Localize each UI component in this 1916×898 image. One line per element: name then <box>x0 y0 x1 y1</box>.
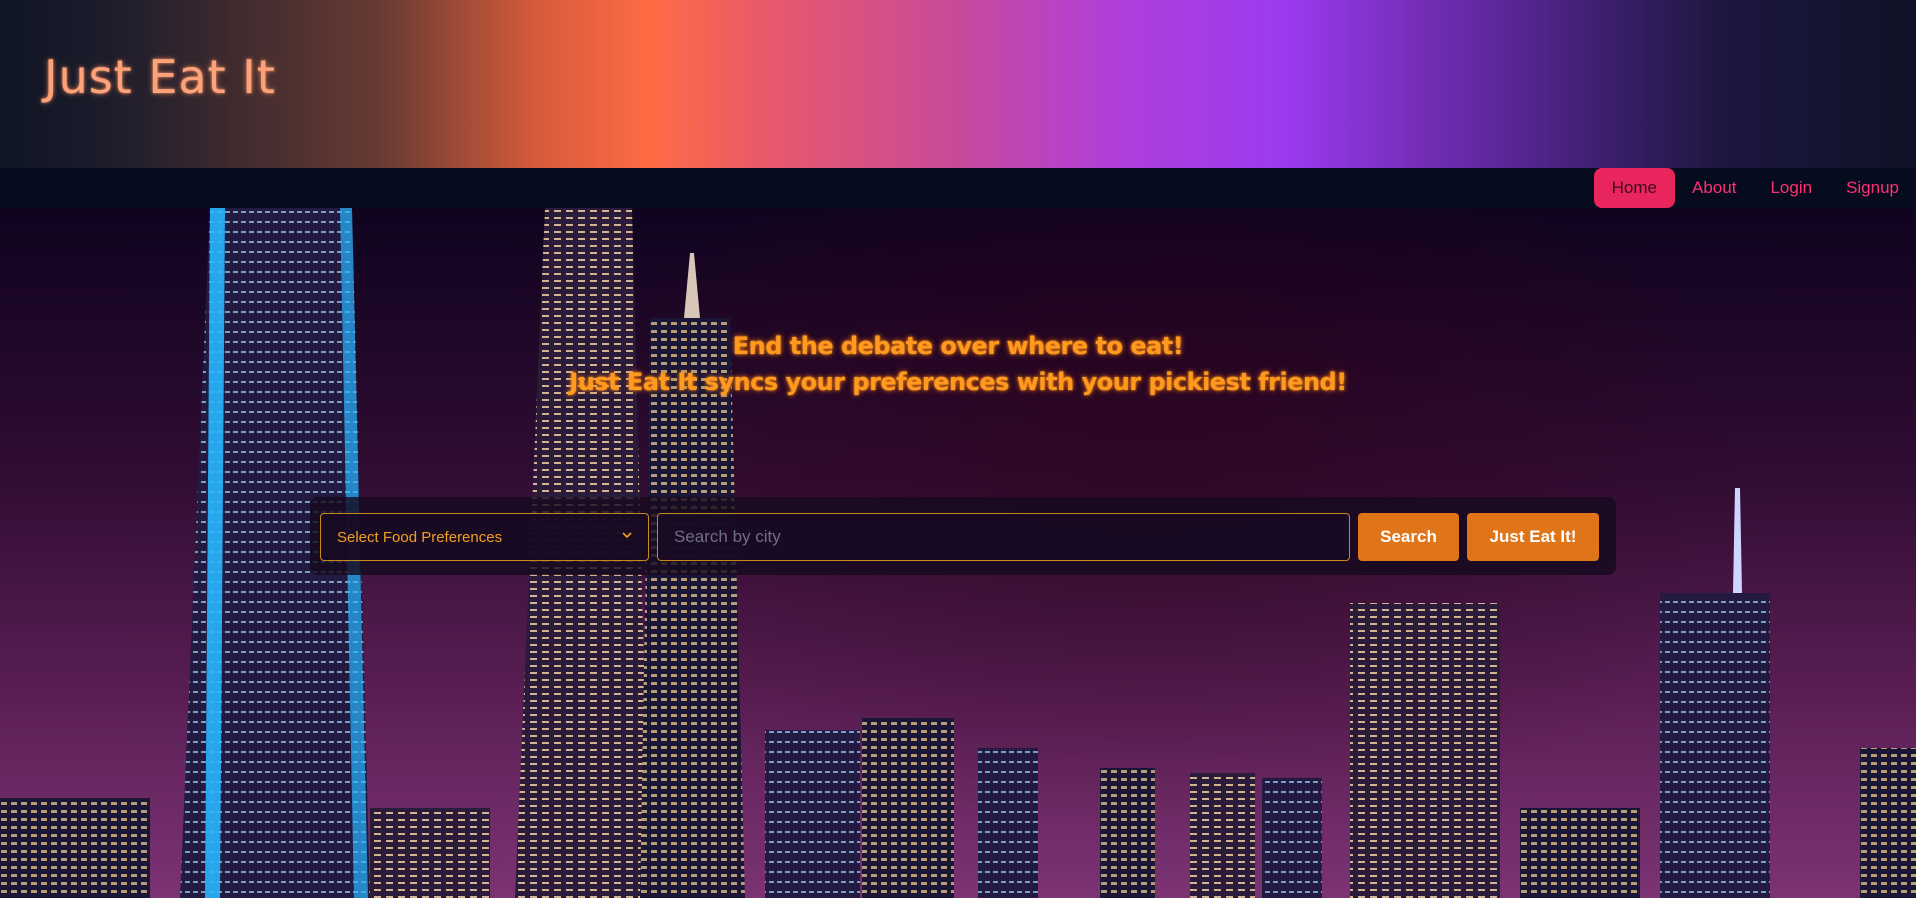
tagline-line-2: Just Eat It syncs your preferences with … <box>569 368 1347 396</box>
tagline-line-1: End the debate over where to eat! <box>732 332 1184 360</box>
nav-about[interactable]: About <box>1675 168 1753 208</box>
food-preferences-select-value: Select Food Preferences <box>337 528 503 546</box>
search-panel: Select Food Preferences Search Just Eat … <box>310 497 1616 575</box>
city-search-input[interactable] <box>657 513 1350 561</box>
nav-home[interactable]: Home <box>1593 168 1676 208</box>
hero-section: End the debate over where to eat! Just E… <box>0 208 1916 898</box>
food-preferences-select[interactable]: Select Food Preferences <box>320 513 649 561</box>
search-button[interactable]: Search <box>1358 513 1459 561</box>
site-header: Just Eat It <box>0 0 1916 168</box>
brand-title[interactable]: Just Eat It <box>44 50 276 104</box>
chevron-down-icon <box>622 532 632 539</box>
just-eat-it-button[interactable]: Just Eat It! <box>1467 513 1599 561</box>
main-nav: Home About Login Signup <box>0 168 1916 208</box>
hero-tagline: End the debate over where to eat! Just E… <box>0 328 1916 400</box>
nav-login[interactable]: Login <box>1753 168 1829 208</box>
nav-signup[interactable]: Signup <box>1829 168 1916 208</box>
